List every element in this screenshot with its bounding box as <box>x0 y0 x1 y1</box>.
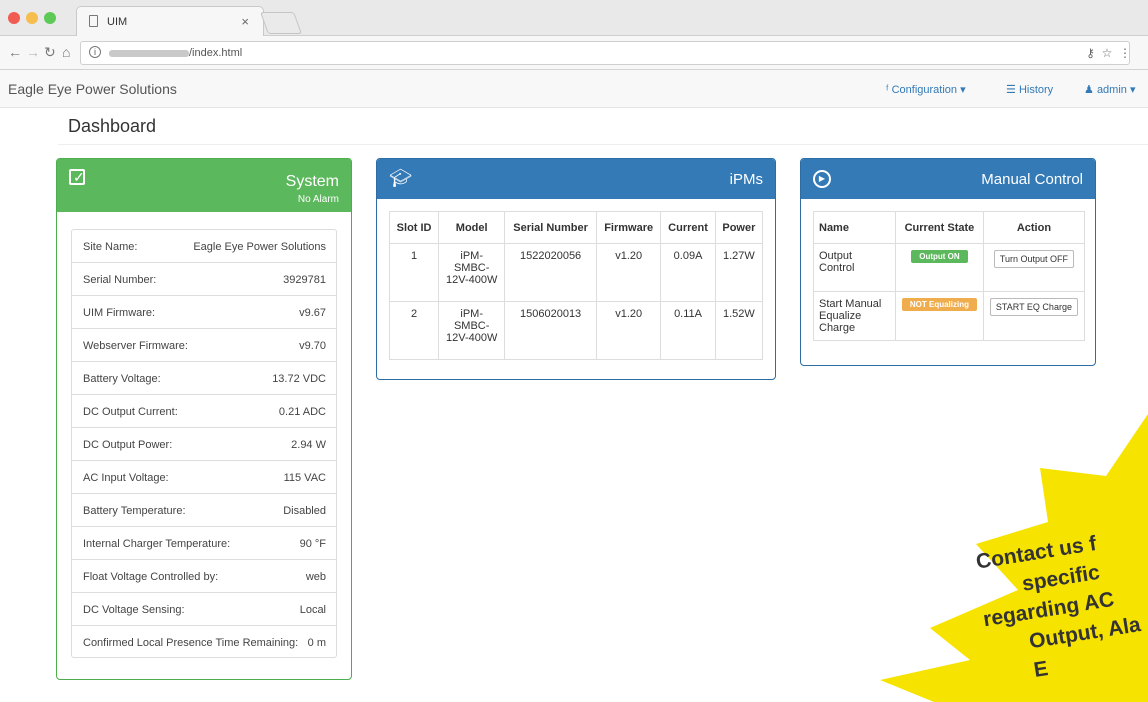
promo-starburst <box>880 414 1148 702</box>
promo-text: Contact us f specific regarding AC Outpu… <box>974 524 1147 691</box>
